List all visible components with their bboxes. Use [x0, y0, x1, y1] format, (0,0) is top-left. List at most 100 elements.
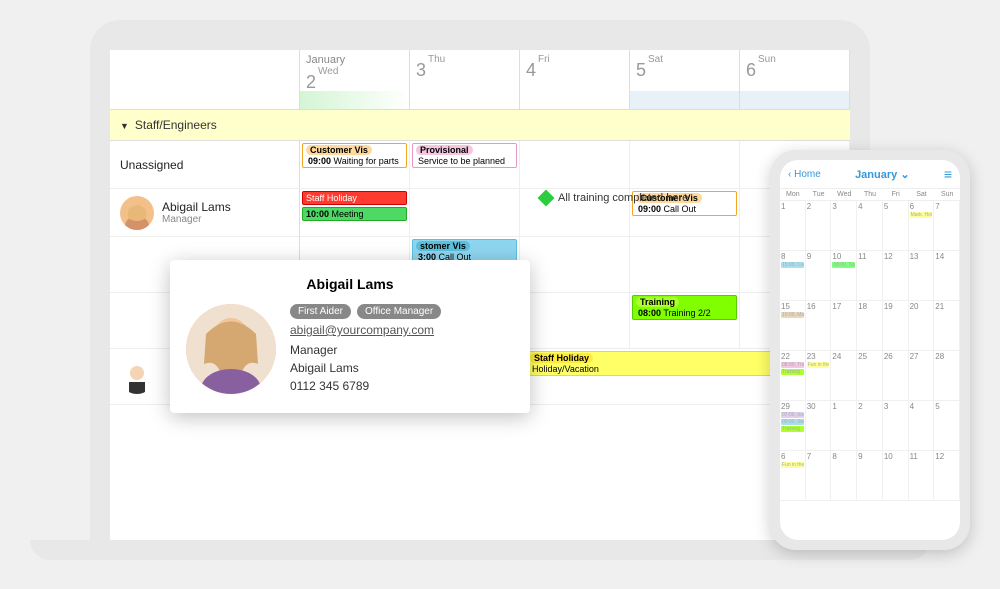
phone-day-cell[interactable]: 6Mark, Holiday/Vacation	[909, 201, 935, 251]
timeline-day-4[interactable]: 4Fri	[520, 50, 630, 109]
phone-day-cell[interactable]: 11	[909, 451, 935, 501]
calendar-cell[interactable]	[410, 189, 520, 236]
timeline-day-5[interactable]: 5Sat	[630, 50, 740, 109]
phone-day-cell[interactable]: 1008:00, Sales Support, Abigail, Andrea	[831, 251, 857, 301]
row-label-unassigned[interactable]: Unassigned	[110, 141, 300, 188]
phone-event[interactable]: Mark, Holiday/Vacation	[910, 212, 933, 218]
phone-day-cell[interactable]: 7	[806, 451, 832, 501]
popover-phone: 0112 345 6789	[290, 379, 514, 393]
phone-day-cell[interactable]: 25	[857, 351, 883, 401]
phone-day-cell[interactable]: 13	[909, 251, 935, 301]
phone-day-cell[interactable]: 5	[883, 201, 909, 251]
phone-event[interactable]: 08:00, Sales Support, Abigail, Andrea	[832, 262, 855, 268]
calendar-cell[interactable]	[630, 237, 740, 292]
avatar-abigail	[120, 196, 154, 230]
calendar-cell[interactable]	[520, 293, 630, 348]
row-unassigned: Unassigned Customer Vis 09:00 Waiting fo…	[110, 141, 850, 189]
phone-title[interactable]: January ⌄	[855, 168, 909, 181]
calendar-cell[interactable]: Training 08:00 Training 2/2	[630, 293, 740, 348]
timeline-spacer	[110, 50, 300, 109]
phone-day-cell[interactable]: 17	[831, 301, 857, 351]
timeline-header: January 2Wed 3Thu 4Fri 5Sat 6Sun	[110, 50, 850, 110]
popover-title: Abigail Lams	[186, 276, 514, 292]
timeline-days: January 2Wed 3Thu 4Fri 5Sat 6Sun	[300, 50, 850, 109]
phone-day-cell[interactable]: 28	[934, 351, 960, 401]
phone-day-cell[interactable]: 20	[909, 301, 935, 351]
phone-event[interactable]: Training	[781, 426, 804, 432]
phone-day-cell[interactable]: 11	[857, 251, 883, 301]
timeline-day-2[interactable]: January 2Wed	[300, 50, 410, 109]
phone-event[interactable]: 07:00, Installation at customer site ABC…	[781, 412, 804, 418]
event-customer-visit[interactable]: Customer Vis 09:00 Waiting for parts	[302, 143, 407, 168]
calendar-cell[interactable]: Staff Holiday 10:00 Meeting	[300, 189, 410, 236]
phone-day-cell[interactable]: 6Fun in the Sun, Megan, Holiday/Vacation	[780, 451, 806, 501]
phone-dow-label: Wed	[831, 189, 857, 200]
phone-day-cell[interactable]: 1	[780, 201, 806, 251]
phone-day-cell[interactable]: 815:00, Call Out, Mark, ABC Ltd.	[780, 251, 806, 301]
phone-day-cell[interactable]: 21	[934, 301, 960, 351]
phone-day-cell[interactable]: 3	[883, 401, 909, 451]
phone-day-cell[interactable]: 1	[831, 401, 857, 451]
popover-email-link[interactable]: abigail@yourcompany.com	[290, 323, 514, 337]
phone-day-cell[interactable]: 2907:00, Installation at customer site A…	[780, 401, 806, 451]
phone-day-cell[interactable]: 30	[806, 401, 832, 451]
phone-event[interactable]: Fun in the Sun, Megan, Holiday/Vacation	[807, 362, 830, 368]
calendar-cell[interactable]	[630, 141, 740, 188]
phone-event[interactable]: 10:00, Machine Service, Mark, ABC Ltd	[781, 312, 804, 318]
hamburger-icon[interactable]: ≡	[944, 166, 952, 182]
phone-day-cell[interactable]: 2	[806, 201, 832, 251]
phone-day-cell[interactable]: 8	[831, 451, 857, 501]
phone-event[interactable]: Training	[781, 369, 804, 375]
phone-day-cell[interactable]: 4	[857, 201, 883, 251]
calendar-cell[interactable]: Provisional Service to be planned	[410, 141, 520, 188]
popover-name: Abigail Lams	[290, 361, 514, 375]
phone-day-cell[interactable]: 2	[857, 401, 883, 451]
avatar-generic	[120, 360, 154, 394]
phone-dow-label: Tue	[806, 189, 832, 200]
row-label-abigail[interactable]: Abigail Lams Manager	[110, 189, 300, 236]
phone-day-cell[interactable]: 12	[934, 451, 960, 501]
calendar-cell[interactable]	[520, 237, 630, 292]
phone-day-cell[interactable]: 14	[934, 251, 960, 301]
event-provisional[interactable]: Provisional Service to be planned	[412, 143, 517, 168]
phone-day-cell[interactable]: 18	[857, 301, 883, 351]
row-abigail: Abigail Lams Manager Staff Holiday 10:00…	[110, 189, 850, 237]
phone-event[interactable]: 08:00, Training Day @ DEF, Hotel Mark, D…	[781, 362, 804, 368]
event-meeting[interactable]: 10:00 Meeting	[302, 207, 407, 221]
phone-day-cell[interactable]: 4	[909, 401, 935, 451]
timeline-day-6[interactable]: 6Sun	[740, 50, 850, 109]
calendar-cell[interactable]	[520, 141, 630, 188]
phone-day-cell[interactable]: 24	[831, 351, 857, 401]
badge-first-aider: First Aider	[290, 304, 351, 319]
phone-calendar-grid: 123456Mark, Holiday/Vacation7815:00, Cal…	[780, 201, 960, 540]
phone-day-cell[interactable]: 2208:00, Training Day @ DEF, Hotel Mark,…	[780, 351, 806, 401]
phone-day-cell[interactable]: 19	[883, 301, 909, 351]
event-staff-holiday[interactable]: Staff Holiday	[302, 191, 407, 205]
month-label: January	[306, 54, 403, 66]
phone-event[interactable]: 09:00, Software Training, Abigail, ABC L…	[781, 419, 804, 425]
popover-avatar	[186, 304, 276, 394]
phone-home-link[interactable]: ‹ Home	[788, 169, 821, 180]
phone-day-cell[interactable]: 7	[934, 201, 960, 251]
phone-day-cell[interactable]: 3	[831, 201, 857, 251]
event-training[interactable]: Training 08:00 Training 2/2	[632, 295, 737, 320]
person-popover: Abigail Lams First Aider Office Manager …	[170, 260, 530, 413]
section-header-staff[interactable]: Staff/Engineers	[110, 110, 850, 141]
phone-day-cell[interactable]: 23Fun in the Sun, Megan, Holiday/Vacatio…	[806, 351, 832, 401]
phone-day-cell[interactable]: 27	[909, 351, 935, 401]
phone-day-cell[interactable]: 9	[857, 451, 883, 501]
popover-role: Manager	[290, 343, 514, 357]
phone-day-cell[interactable]: 1510:00, Machine Service, Mark, ABC Ltd	[780, 301, 806, 351]
diamond-icon	[538, 190, 555, 207]
calendar-cell[interactable]: Customer Vis 09:00 Waiting for parts	[300, 141, 410, 188]
phone-dow-label: Thu	[857, 189, 883, 200]
timeline-day-3[interactable]: 3Thu	[410, 50, 520, 109]
phone-day-cell[interactable]: 9	[806, 251, 832, 301]
phone-day-cell[interactable]: 10	[883, 451, 909, 501]
phone-event[interactable]: Fun in the Sun, Megan, Holiday/Vacation	[781, 462, 804, 468]
phone-day-cell[interactable]: 12	[883, 251, 909, 301]
phone-day-cell[interactable]: 26	[883, 351, 909, 401]
phone-day-cell[interactable]: 16	[806, 301, 832, 351]
phone-day-cell[interactable]: 5	[934, 401, 960, 451]
phone-event[interactable]: 15:00, Call Out, Mark, ABC Ltd.	[781, 262, 804, 268]
